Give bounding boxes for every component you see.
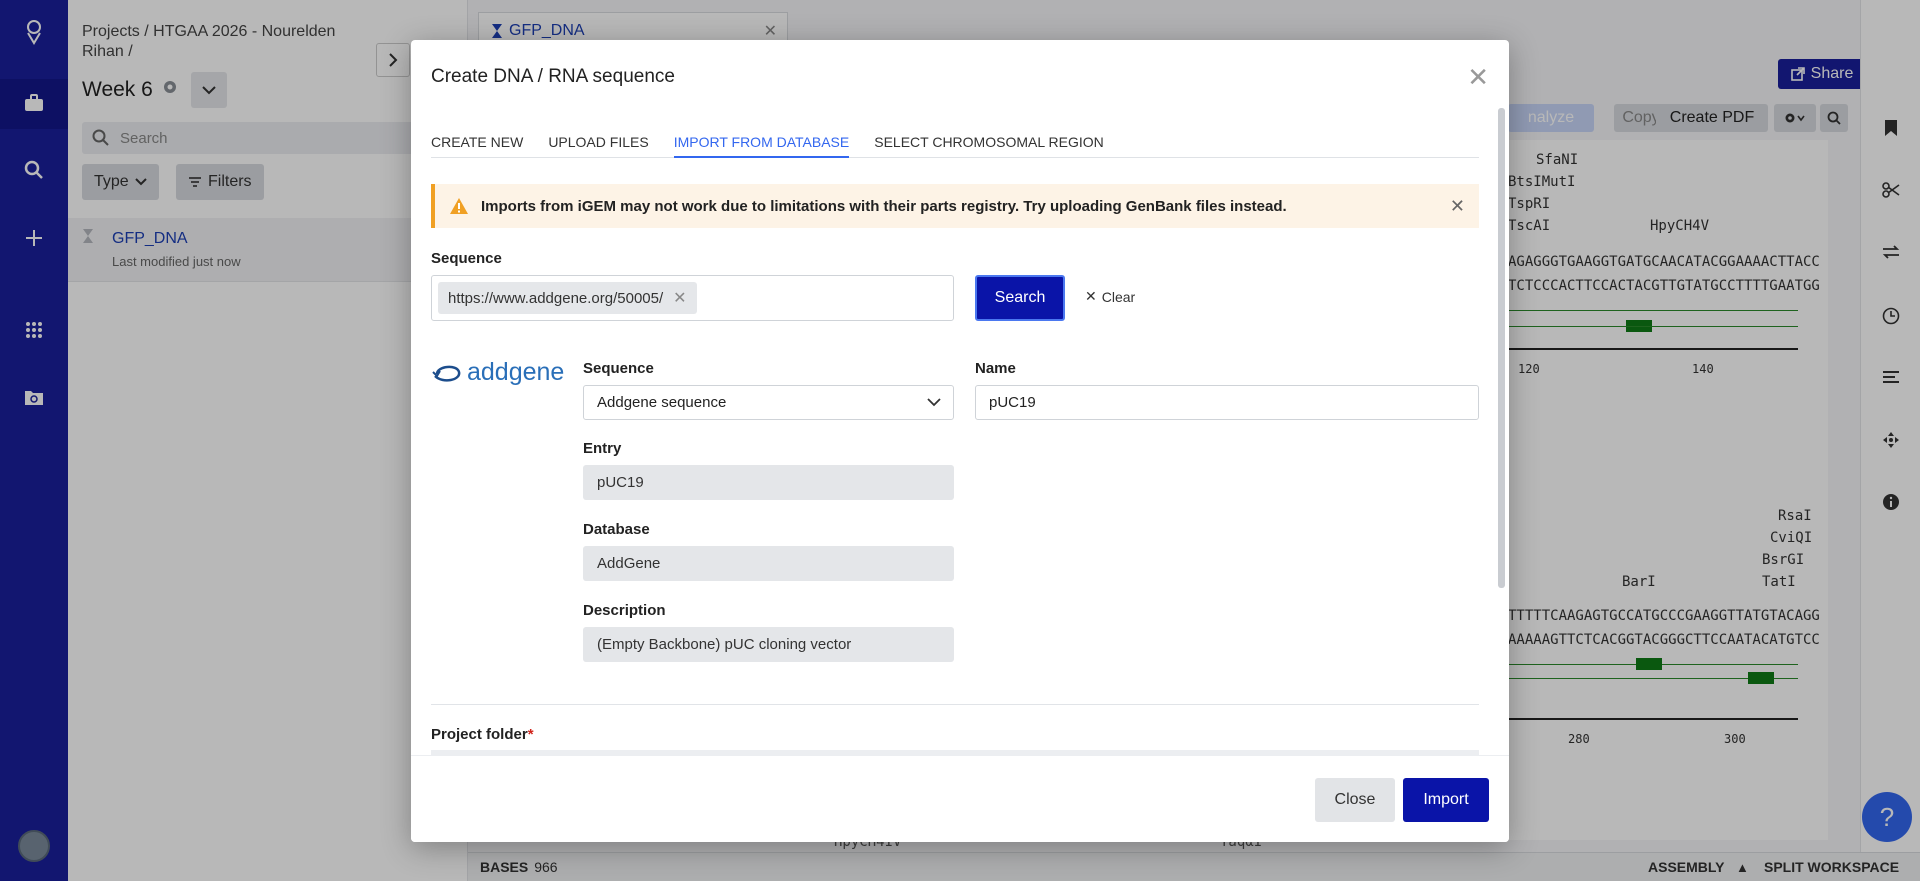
import-button[interactable]: Import bbox=[1403, 778, 1489, 822]
tab-upload-files[interactable]: UPLOAD FILES bbox=[548, 128, 648, 158]
description-field: (Empty Backbone) pUC cloning vector bbox=[583, 627, 954, 662]
dialog-footer: Close Import bbox=[411, 755, 1509, 842]
database-field-label: Database bbox=[583, 521, 650, 538]
url-tag: https://www.addgene.org/50005/ ✕ bbox=[438, 282, 697, 314]
addgene-logo: addgene bbox=[431, 358, 564, 387]
sequence-type-value: Addgene sequence bbox=[597, 394, 727, 411]
warning-text: Imports from iGEM may not work due to li… bbox=[481, 197, 1287, 215]
clear-label: Clear bbox=[1101, 288, 1136, 305]
close-icon[interactable]: ✕ bbox=[1467, 62, 1489, 93]
sequence-url-input[interactable]: https://www.addgene.org/50005/ ✕ bbox=[431, 275, 954, 321]
addgene-logo-text: addgene bbox=[467, 358, 565, 386]
create-sequence-dialog: Create DNA / RNA sequence ✕ CREATE NEW U… bbox=[411, 40, 1509, 842]
database-value: AddGene bbox=[597, 555, 661, 572]
remove-tag-icon[interactable]: ✕ bbox=[673, 288, 686, 308]
project-folder-label: Project folder* bbox=[431, 726, 534, 743]
warning-banner: Imports from iGEM may not work due to li… bbox=[431, 184, 1479, 228]
import-tabs: CREATE NEW UPLOAD FILES IMPORT FROM DATA… bbox=[431, 128, 1479, 158]
app-window: Projects / HTGAA 2026 - Nourelden Rihan … bbox=[0, 0, 1920, 881]
dialog-title: Create DNA / RNA sequence bbox=[431, 66, 675, 87]
required-mark: * bbox=[527, 726, 534, 743]
url-tag-text: https://www.addgene.org/50005/ bbox=[448, 289, 664, 307]
entry-field-label: Entry bbox=[583, 440, 622, 457]
addgene-swirl-icon bbox=[432, 365, 461, 382]
description-value: (Empty Backbone) pUC cloning vector bbox=[597, 636, 852, 653]
sequence-field-label: Sequence bbox=[431, 250, 502, 267]
name-input[interactable]: pUC19 bbox=[975, 385, 1479, 420]
name-field-label: Name bbox=[975, 360, 1016, 377]
tab-import-from-database[interactable]: IMPORT FROM DATABASE bbox=[673, 128, 850, 158]
database-field: AddGene bbox=[583, 546, 954, 581]
description-field-label: Description bbox=[583, 602, 666, 619]
section-divider bbox=[431, 704, 1479, 705]
chevron-down-icon bbox=[927, 398, 941, 407]
entry-value: pUC19 bbox=[597, 474, 644, 491]
sequence-select-label: Sequence bbox=[583, 360, 654, 377]
sequence-type-select[interactable]: Addgene sequence bbox=[583, 385, 954, 420]
clear-button[interactable]: ✕ Clear bbox=[1085, 288, 1135, 305]
project-folder-text: Project folder bbox=[431, 726, 528, 743]
search-button[interactable]: Search bbox=[975, 275, 1065, 321]
name-value: pUC19 bbox=[989, 394, 1036, 411]
tab-select-chromosomal-region[interactable]: SELECT CHROMOSOMAL REGION bbox=[874, 128, 1103, 158]
tab-create-new[interactable]: CREATE NEW bbox=[431, 128, 523, 158]
entry-field: pUC19 bbox=[583, 465, 954, 500]
warning-icon bbox=[450, 198, 468, 214]
close-icon: ✕ bbox=[1085, 288, 1097, 304]
dismiss-warning-icon[interactable]: ✕ bbox=[1450, 196, 1465, 217]
dialog-scrollbar[interactable] bbox=[1498, 108, 1505, 588]
close-button[interactable]: Close bbox=[1315, 778, 1395, 822]
